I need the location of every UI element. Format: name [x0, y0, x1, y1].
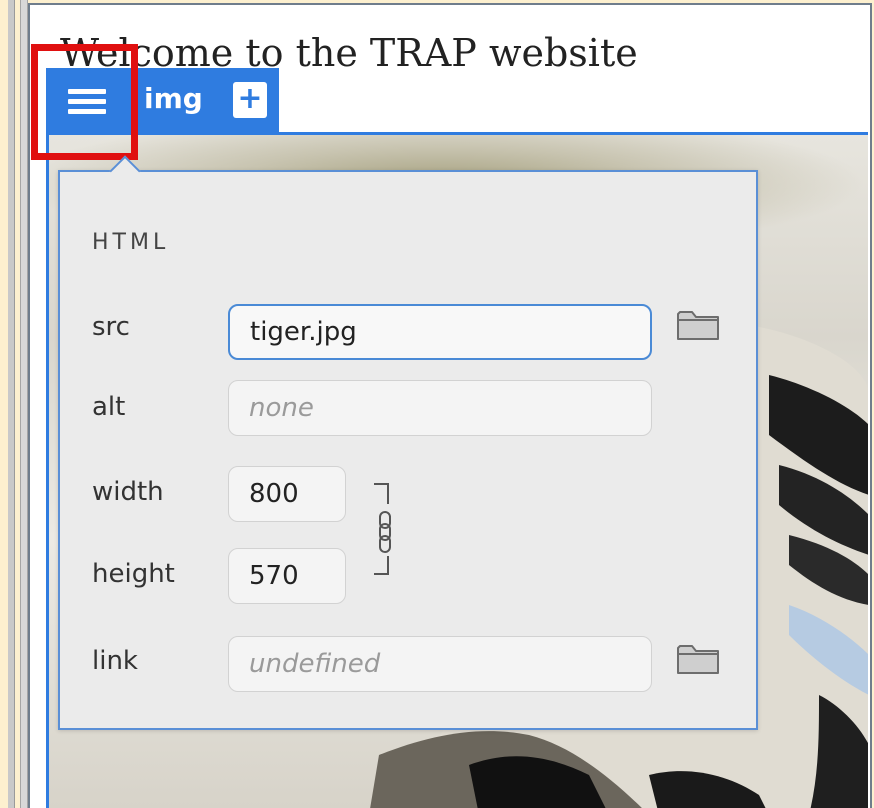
alt-input[interactable]: none: [228, 380, 652, 436]
height-value: 570: [249, 561, 299, 591]
alt-placeholder: none: [249, 393, 314, 423]
height-input[interactable]: 570: [228, 548, 346, 604]
element-tag-label: img: [144, 82, 203, 115]
element-toolbar: img +: [46, 68, 279, 135]
link-input[interactable]: undefined: [228, 636, 652, 692]
page-gutter-strip: [20, 0, 28, 808]
menu-button[interactable]: [46, 68, 128, 135]
alt-label: alt: [92, 392, 126, 422]
src-value: tiger.jpg: [250, 317, 357, 347]
link-label: link: [92, 646, 138, 676]
hamburger-menu-icon: [68, 87, 106, 117]
width-value: 800: [249, 479, 299, 509]
folder-icon[interactable]: [676, 308, 720, 342]
chain-link-icon[interactable]: [370, 482, 394, 578]
src-input[interactable]: tiger.jpg: [228, 304, 652, 360]
toolbar-divider: [136, 78, 138, 124]
height-label: height: [92, 559, 175, 589]
html-properties-panel: HTML src tiger.jpg alt none width 800 he…: [58, 155, 758, 730]
add-element-button[interactable]: +: [233, 82, 267, 118]
link-folder-icon[interactable]: [676, 642, 720, 676]
link-placeholder: undefined: [249, 649, 381, 679]
width-input[interactable]: 800: [228, 466, 346, 522]
src-label: src: [92, 312, 130, 342]
section-title: HTML: [92, 230, 170, 255]
page-edge-strip: [8, 0, 15, 808]
width-label: width: [92, 477, 164, 507]
